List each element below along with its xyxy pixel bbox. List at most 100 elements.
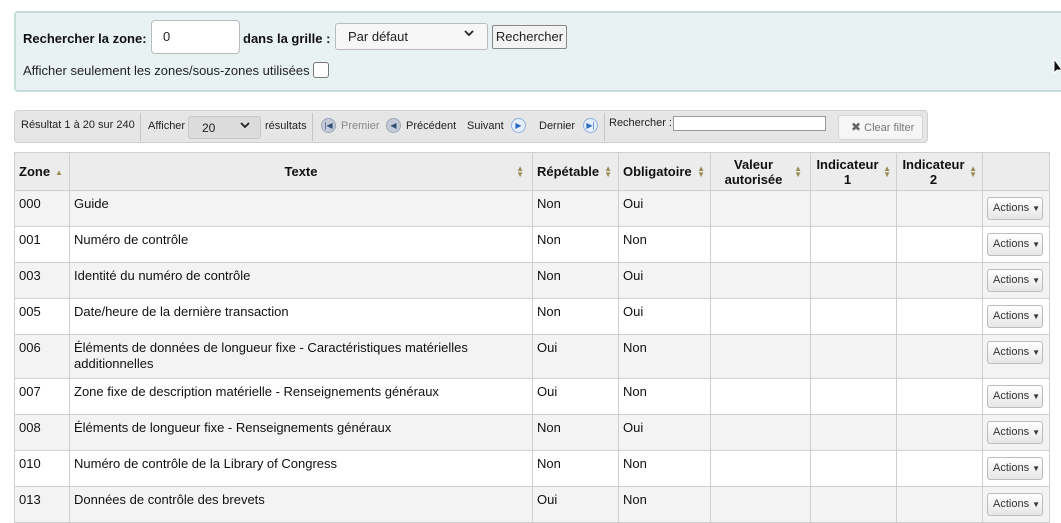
cell-actions: Actions ▼ [982, 450, 1050, 487]
actions-button[interactable]: Actions ▼ [987, 305, 1043, 328]
table-row: 005 Date/heure de la dernière transaction… [14, 298, 1050, 335]
used-only-label: Afficher seulement les zones/sous-zones … [23, 63, 310, 78]
cell-indicator-1 [810, 334, 897, 379]
cell-zone: 006 [14, 334, 70, 379]
actions-button[interactable]: Actions ▼ [987, 421, 1043, 444]
cell-indicator-1 [810, 378, 897, 415]
cell-authorized-value [710, 334, 811, 379]
sort-icon: ▲ ▼ [794, 164, 802, 179]
caret-down-icon: ▼ [1032, 500, 1040, 509]
caret-down-icon: ▼ [1032, 204, 1040, 213]
cell-zone: 007 [14, 378, 70, 415]
last-page-link[interactable]: Dernier [539, 120, 575, 132]
actions-button[interactable]: Actions ▼ [987, 493, 1043, 516]
result-info: Résultat 1 à 20 sur 240 [21, 119, 135, 131]
close-icon: ✖ [851, 120, 862, 134]
table-row: 000 Guide Non Oui Actions ▼ [14, 190, 1050, 227]
column-header-zone[interactable]: Zone ▲ [14, 152, 70, 191]
cell-text: Zone fixe de description matérielle - Re… [69, 378, 533, 415]
actions-button[interactable]: Actions ▼ [987, 233, 1043, 256]
cell-actions: Actions ▼ [982, 486, 1050, 523]
cell-zone: 010 [14, 450, 70, 487]
cell-mandatory: Oui [618, 190, 711, 227]
clear-filter-button[interactable]: ✖ Clear filter [838, 115, 923, 140]
column-header-text[interactable]: Texte ▲ ▼ [69, 152, 533, 191]
cell-text: Guide [69, 190, 533, 227]
zone-search-input[interactable]: 0 [151, 20, 240, 54]
chevron-down-icon [463, 27, 475, 42]
cell-indicator-2 [896, 262, 983, 299]
column-header-indicator-1[interactable]: Indicateur 1 ▲ ▼ [810, 152, 897, 191]
cell-repeatable: Non [532, 226, 619, 263]
cell-text: Identité du numéro de contrôle [69, 262, 533, 299]
cell-authorized-value [710, 298, 811, 335]
cell-authorized-value [710, 486, 811, 523]
cell-authorized-value [710, 262, 811, 299]
cell-mandatory: Oui [618, 414, 711, 451]
filter-input[interactable] [673, 116, 826, 131]
caret-down-icon: ▼ [1032, 428, 1040, 437]
cell-indicator-1 [810, 262, 897, 299]
zones-table: Zone ▲ Texte ▲ ▼ Répétable ▲ ▼ Obligatoire… [14, 152, 1050, 523]
actions-button[interactable]: Actions ▼ [987, 341, 1043, 364]
caret-down-icon: ▼ [1032, 240, 1040, 249]
sort-icon: ▲ ▼ [883, 164, 891, 179]
caret-down-icon: ▼ [1032, 276, 1040, 285]
pager-toolbar: Résultat 1 à 20 sur 240 Afficher 20 résu… [14, 110, 928, 143]
column-header-authorized-value[interactable]: Valeur autorisée ▲ ▼ [710, 152, 811, 191]
search-button[interactable]: Rechercher [492, 25, 567, 49]
table-row: 010 Numéro de contrôle de la Library of C… [14, 450, 1050, 487]
first-page-link[interactable]: Premier [341, 120, 380, 132]
cell-repeatable: Non [532, 450, 619, 487]
cell-indicator-2 [896, 486, 983, 523]
next-page-icon[interactable]: ▶ [511, 118, 526, 133]
caret-down-icon: ▼ [1032, 392, 1040, 401]
caret-down-icon: ▼ [1032, 348, 1040, 357]
previous-page-icon: ◀ [386, 118, 401, 133]
cell-actions: Actions ▼ [982, 378, 1050, 415]
cell-indicator-1 [810, 414, 897, 451]
used-only-checkbox[interactable] [313, 62, 329, 78]
cell-mandatory: Non [618, 226, 711, 263]
cell-indicator-1 [810, 298, 897, 335]
cell-indicator-1 [810, 486, 897, 523]
search-panel: Rechercher la zone: 0 dans la grille : P… [14, 11, 1061, 92]
cell-indicator-2 [896, 334, 983, 379]
column-header-indicator-2[interactable]: Indicateur 2 ▲ ▼ [896, 152, 983, 191]
cell-mandatory: Non [618, 334, 711, 379]
divider [140, 113, 141, 141]
cell-mandatory: Non [618, 378, 711, 415]
actions-label: Actions [993, 202, 1030, 214]
first-page-icon: |◀ [321, 118, 336, 133]
cell-authorized-value [710, 190, 811, 227]
cell-mandatory: Non [618, 450, 711, 487]
cell-indicator-2 [896, 450, 983, 487]
previous-page-link[interactable]: Précédent [406, 120, 456, 132]
table-row: 007 Zone fixe de description matérielle -… [14, 378, 1050, 415]
column-header-repeatable[interactable]: Répétable ▲ ▼ [532, 152, 619, 191]
cell-zone: 013 [14, 486, 70, 523]
actions-button[interactable]: Actions ▼ [987, 269, 1043, 292]
clear-filter-label: Clear filter [864, 122, 915, 134]
cell-repeatable: Non [532, 262, 619, 299]
per-page-select[interactable]: 20 [188, 116, 261, 139]
sort-ascending-icon: ▲ [55, 168, 63, 177]
last-page-icon[interactable]: ▶| [583, 118, 598, 133]
per-page-value: 20 [202, 121, 216, 135]
sort-icon: ▲ ▼ [969, 164, 977, 179]
cell-indicator-2 [896, 226, 983, 263]
chevron-down-icon [239, 119, 251, 134]
divider [312, 113, 313, 141]
table-row: 006 Éléments de données de longueur fixe … [14, 334, 1050, 379]
next-page-link[interactable]: Suivant [467, 120, 504, 132]
table-row: 001 Numéro de contrôle Non Non Actions ▼ [14, 226, 1050, 263]
cell-indicator-2 [896, 414, 983, 451]
column-header-mandatory[interactable]: Obligatoire ▲ ▼ [618, 152, 711, 191]
grid-select[interactable]: Par défaut [335, 23, 488, 50]
actions-button[interactable]: Actions ▼ [987, 457, 1043, 480]
actions-button[interactable]: Actions ▼ [987, 197, 1043, 220]
actions-button[interactable]: Actions ▼ [987, 385, 1043, 408]
sort-icon: ▲ ▼ [516, 164, 524, 179]
cell-indicator-1 [810, 450, 897, 487]
cell-text: Données de contrôle des brevets [69, 486, 533, 523]
